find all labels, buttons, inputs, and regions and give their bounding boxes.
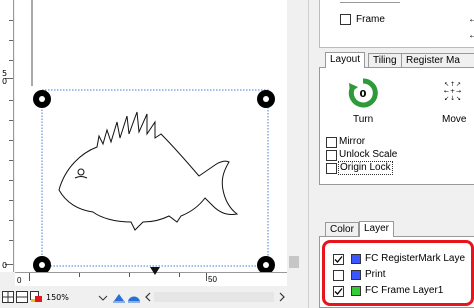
fish-shape[interactable] [58, 111, 239, 231]
unlock-scale-checkbox[interactable] [326, 150, 337, 161]
horizontal-ruler: 0 50 [15, 267, 287, 286]
ruler-tick [29, 273, 30, 281]
zoom-fit-icon[interactable] [127, 291, 141, 303]
layer-color-swatch [351, 254, 361, 264]
ruler-tick [179, 273, 180, 277]
tab-color[interactable]: Color [325, 222, 359, 237]
layer-name: FC Frame Layer1 [365, 285, 444, 296]
ruler-tick [9, 160, 13, 161]
scroll-right-icon[interactable] [278, 292, 286, 302]
options-box: Frame ← ← [319, 0, 474, 48]
checkmark-icon [334, 288, 343, 295]
ruler-tick [9, 100, 13, 101]
layer-name: Print [365, 269, 386, 280]
ruler-tick [129, 273, 130, 277]
svg-text:↗: ↗ [456, 81, 461, 88]
scroll-thumb[interactable] [289, 256, 299, 268]
tab-tiling[interactable]: Tiling [368, 53, 402, 68]
layer-list-highlight: FC RegisterMark Laye Print FC Frame Laye… [322, 240, 474, 306]
chevron-down-icon [98, 295, 108, 301]
properties-panel: Frame ← ← Layout Tiling Register Ma 0 Tu… [308, 0, 474, 308]
svg-text:↘: ↘ [456, 95, 461, 102]
vertical-ruler: 5 0 0 [0, 0, 14, 272]
scroll-left-icon[interactable] [144, 292, 152, 302]
layer-row[interactable]: FC RegisterMark Laye [325, 253, 474, 267]
layer-color-swatch [351, 286, 361, 296]
unlock-scale-label: Unlock Scale [339, 149, 398, 160]
drawing-canvas[interactable] [15, 0, 287, 274]
vertical-scrollbar[interactable] [287, 0, 301, 272]
layout-tab-content: 0 Turn ↖ ↑ ↗ ← + → ↙ ↓ ↘ Move Mirror Unlock Sc… [319, 67, 474, 185]
layer-row[interactable]: FC Frame Layer1 [325, 285, 474, 299]
registration-mark [257, 90, 275, 108]
layer-row[interactable]: Print [325, 269, 474, 283]
mirror-label: Mirror [339, 136, 366, 147]
svg-text:→: → [456, 88, 461, 95]
arrow-icon[interactable]: ← [468, 30, 474, 41]
tab-layer[interactable]: Layer [359, 221, 395, 237]
fish-eye [77, 168, 85, 176]
svg-text:+: + [450, 88, 455, 95]
mirror-checkbox[interactable] [326, 137, 337, 148]
move-arrows-icon[interactable]: ↖ ↑ ↗ ← + → ↙ ↓ ↘ [444, 80, 462, 102]
ruler-tick [9, 200, 13, 201]
ruler-label: 50 [208, 275, 217, 284]
layer-color-swatch [351, 270, 361, 280]
ruler-tick [79, 273, 80, 277]
frame-checkbox[interactable] [340, 14, 351, 25]
ruler-tick [9, 220, 13, 221]
registration-mark [257, 256, 275, 274]
ruler-tick [9, 20, 13, 21]
ruler-tick [9, 140, 13, 141]
arrow-icon[interactable]: ← [468, 14, 474, 25]
canvas-area: 5 0 0 0 50 150% [0, 0, 308, 308]
ruler-tick [9, 60, 13, 61]
position-marker-icon[interactable] [150, 267, 160, 275]
cut-off-text [340, 2, 400, 3]
layer-visible-checkbox[interactable] [333, 254, 344, 265]
zoom-dropdown[interactable] [92, 291, 114, 303]
origin-lock-checkbox[interactable] [326, 163, 337, 174]
ruler-label: 0 [17, 276, 22, 285]
turn-label: Turn [353, 114, 374, 125]
canvas-artwork [31, 0, 275, 274]
fill-tool-icon[interactable] [30, 291, 43, 303]
layer-tab-content: FC RegisterMark Laye Print FC Frame Laye… [319, 236, 474, 308]
split-view-icon[interactable] [16, 291, 28, 303]
layer-visible-checkbox[interactable] [333, 270, 344, 281]
checkmark-icon [334, 256, 343, 263]
turn-icon[interactable]: 0 [348, 78, 378, 108]
ruler-label: 0 [2, 77, 8, 86]
svg-text:←: ← [444, 88, 449, 95]
tab-layout[interactable]: Layout [325, 52, 366, 68]
grid-icon[interactable] [2, 291, 14, 303]
svg-text:↓: ↓ [450, 95, 455, 102]
turn-value: 0 [360, 89, 367, 100]
ruler-label: 0 [2, 261, 8, 270]
ruler-tick [9, 240, 13, 241]
horizontal-scrollbar[interactable] [154, 292, 274, 302]
tab-register-mark[interactable]: Register Ma [401, 53, 474, 68]
layer-visible-checkbox[interactable] [333, 286, 344, 297]
registration-mark [33, 256, 51, 274]
svg-text:↑: ↑ [450, 81, 455, 88]
move-label: Move [442, 114, 467, 125]
registration-mark [33, 90, 51, 108]
ruler-tick [206, 273, 207, 281]
status-bar: 150% [0, 287, 308, 308]
svg-text:↖: ↖ [444, 81, 449, 88]
origin-lock-label: Origin Lock [338, 161, 393, 175]
frame-label: Frame [356, 14, 385, 25]
zoom-in-icon[interactable] [112, 291, 126, 303]
ruler-tick [9, 120, 13, 121]
ruler-tick [9, 180, 13, 181]
zoom-level: 150% [46, 293, 69, 302]
layer-name: FC RegisterMark Laye [365, 253, 466, 264]
svg-text:↙: ↙ [444, 95, 449, 102]
ruler-tick [9, 40, 13, 41]
